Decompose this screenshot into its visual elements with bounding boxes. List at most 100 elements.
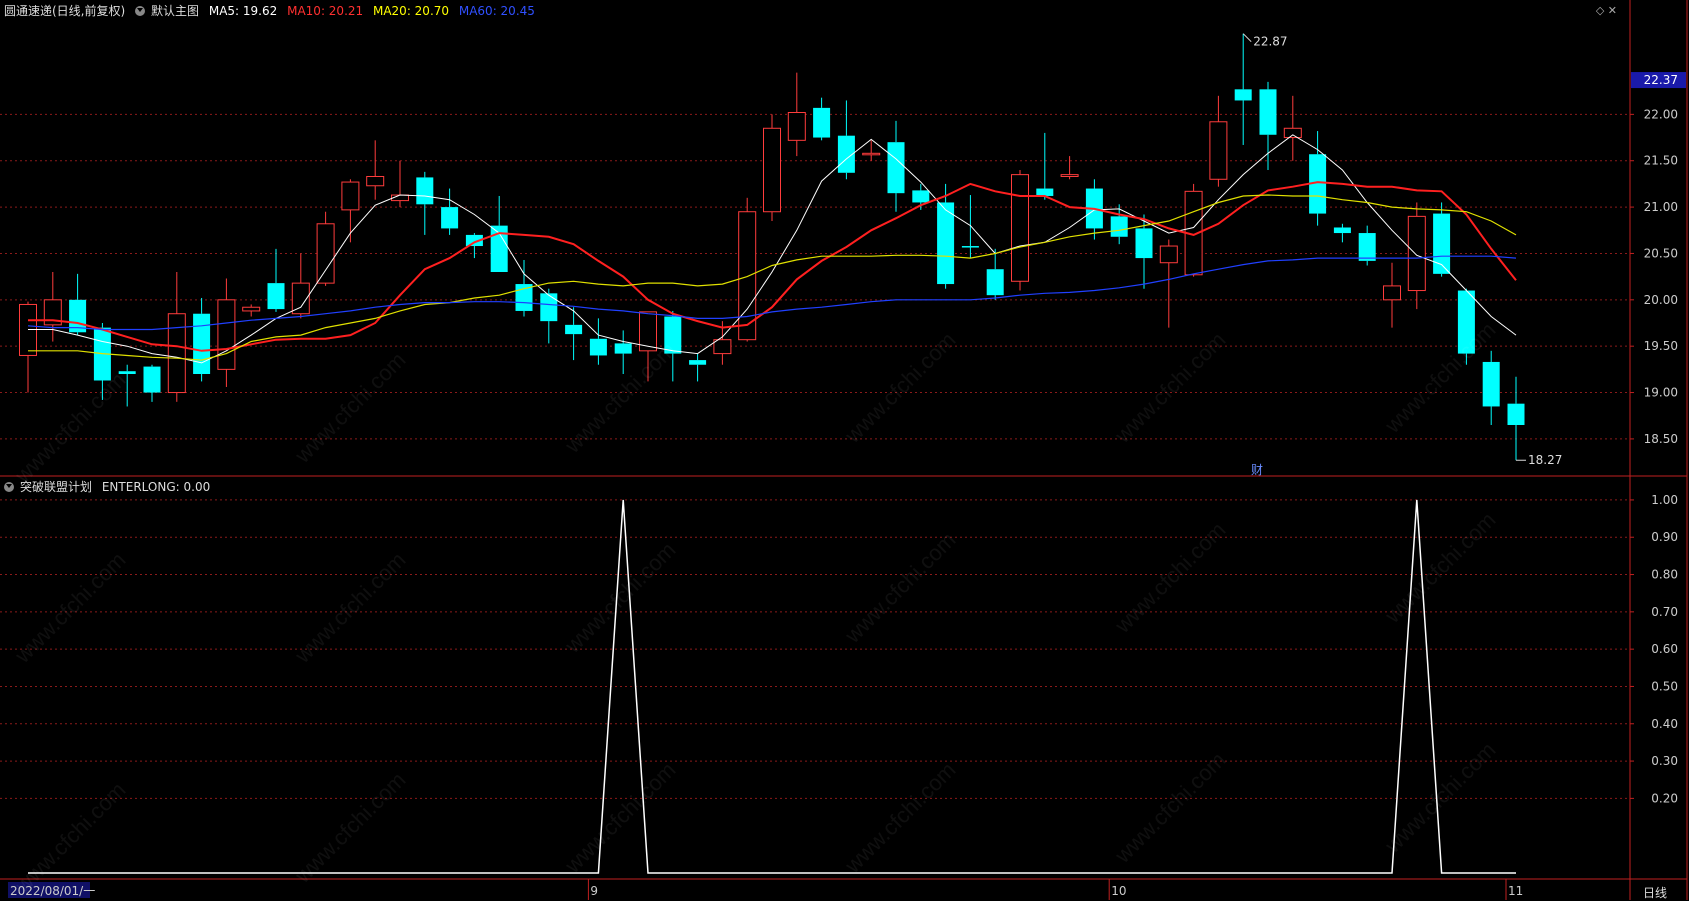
candle <box>862 140 881 161</box>
indicator-tick-label: 0.80 <box>1651 568 1678 582</box>
candle-body <box>143 366 161 393</box>
candle <box>961 195 979 259</box>
ma60-label: MA60: 20.45 <box>458 4 535 18</box>
candle <box>1011 170 1029 291</box>
ma5-label: MA5: 19.62 <box>208 4 278 18</box>
candle-body <box>937 202 955 285</box>
candle-body <box>887 142 905 194</box>
candle <box>614 330 632 374</box>
indicator-tick-label: 0.90 <box>1651 530 1678 544</box>
candle <box>986 248 1004 300</box>
candle-body <box>366 175 385 187</box>
candle-body <box>1333 227 1351 234</box>
indicator-tick-label: 0.30 <box>1651 754 1678 768</box>
candle-body <box>242 306 261 312</box>
candle <box>1159 239 1178 328</box>
candle <box>143 364 161 402</box>
period-label[interactable]: 日线 <box>1643 884 1667 901</box>
indicator-tick-label: 0.20 <box>1651 791 1678 805</box>
main-label[interactable]: 默认主图 <box>151 4 199 18</box>
candle <box>19 301 37 393</box>
candle-body <box>267 283 285 310</box>
candle-body <box>1110 216 1128 237</box>
candle <box>837 100 855 180</box>
candle <box>589 318 607 365</box>
window-controls-icon[interactable]: ◇ ✕ <box>1596 4 1617 17</box>
candle-body <box>341 181 360 211</box>
candle-body <box>813 107 831 138</box>
candle-body <box>1234 89 1252 101</box>
candle-body <box>1159 245 1178 264</box>
y-tick-label: 20.00 <box>1644 293 1678 307</box>
candle-body <box>1011 174 1029 282</box>
candle-body <box>986 269 1004 296</box>
candle <box>316 211 335 286</box>
candle-body <box>1407 215 1426 292</box>
candle-body <box>862 152 881 156</box>
indicator-tick-label: 0.50 <box>1651 679 1678 693</box>
candle-body <box>1036 188 1054 196</box>
indicator-tick-label: 0.40 <box>1651 717 1678 731</box>
candle <box>93 323 111 400</box>
x-tick-label: 10 <box>1111 884 1126 898</box>
candle <box>441 188 459 235</box>
chart-canvas: 22.87 18.27 18.50 19.00 19.50 20.00 20.50 21.0… <box>0 0 1688 900</box>
candle <box>664 310 682 382</box>
candle-body <box>912 190 930 203</box>
candle <box>1209 95 1228 187</box>
candle <box>1507 376 1525 461</box>
candle <box>1333 223 1351 243</box>
candle-body <box>540 293 558 322</box>
ma10-label: MA10: 20.21 <box>287 4 364 18</box>
candle-body <box>316 223 335 284</box>
candle-body <box>1507 403 1525 425</box>
dropdown-icon[interactable] <box>135 6 146 16</box>
main-header: 圆通速递(日线,前复权) 默认主图 MA5: 19.62 MA10: 20.21… <box>4 2 541 19</box>
indicator-tick-label: 0.60 <box>1651 642 1678 656</box>
candle <box>242 304 261 317</box>
candle <box>937 183 955 289</box>
candle-body <box>416 177 434 205</box>
candle <box>763 114 781 221</box>
candle-body <box>763 127 781 213</box>
candle-body <box>217 299 236 370</box>
y-tick-label: 19.00 <box>1644 386 1678 400</box>
candle-body <box>1259 89 1277 135</box>
candle <box>1309 131 1327 226</box>
candle <box>1457 288 1475 365</box>
finance-badge[interactable]: 财 <box>1251 461 1263 478</box>
dropdown-icon[interactable] <box>4 482 14 492</box>
candle <box>118 364 136 407</box>
candle <box>1259 81 1277 170</box>
candle-body <box>664 316 682 354</box>
indicator-name[interactable]: 突破联盟计划 <box>20 480 92 494</box>
candle <box>193 297 211 382</box>
candle <box>689 353 707 382</box>
candle <box>167 272 186 402</box>
current-price-label: 22.37 <box>1644 73 1678 87</box>
candle <box>1036 132 1054 200</box>
candle <box>366 140 385 200</box>
indicator-value: ENTERLONG: 0.00 <box>101 480 211 494</box>
candle <box>1110 204 1128 245</box>
candle-body <box>1457 290 1475 354</box>
candle-body <box>1209 121 1228 180</box>
candle-body <box>1383 285 1401 301</box>
candle <box>1433 202 1451 277</box>
x-tick-label: 2022/08/01/一 <box>10 884 95 898</box>
candle-body <box>1283 127 1302 139</box>
candle-body <box>441 207 459 229</box>
candle-body <box>1358 233 1376 261</box>
candle <box>217 278 236 387</box>
candlestick-panel: 22.87 18.27 <box>19 33 1562 467</box>
y-tick-label: 20.50 <box>1644 246 1678 260</box>
indicator-tick-label: 0.70 <box>1651 605 1678 619</box>
y-tick-label: 19.50 <box>1644 339 1678 353</box>
candle <box>291 253 310 319</box>
candle-body <box>193 313 211 374</box>
axis-layer: 18.50 19.00 19.50 20.00 20.50 21.00 21.50 22.00… <box>8 72 1686 900</box>
candle-body <box>118 371 136 374</box>
candle <box>1383 262 1401 328</box>
candle <box>391 160 409 208</box>
candle <box>565 307 583 361</box>
